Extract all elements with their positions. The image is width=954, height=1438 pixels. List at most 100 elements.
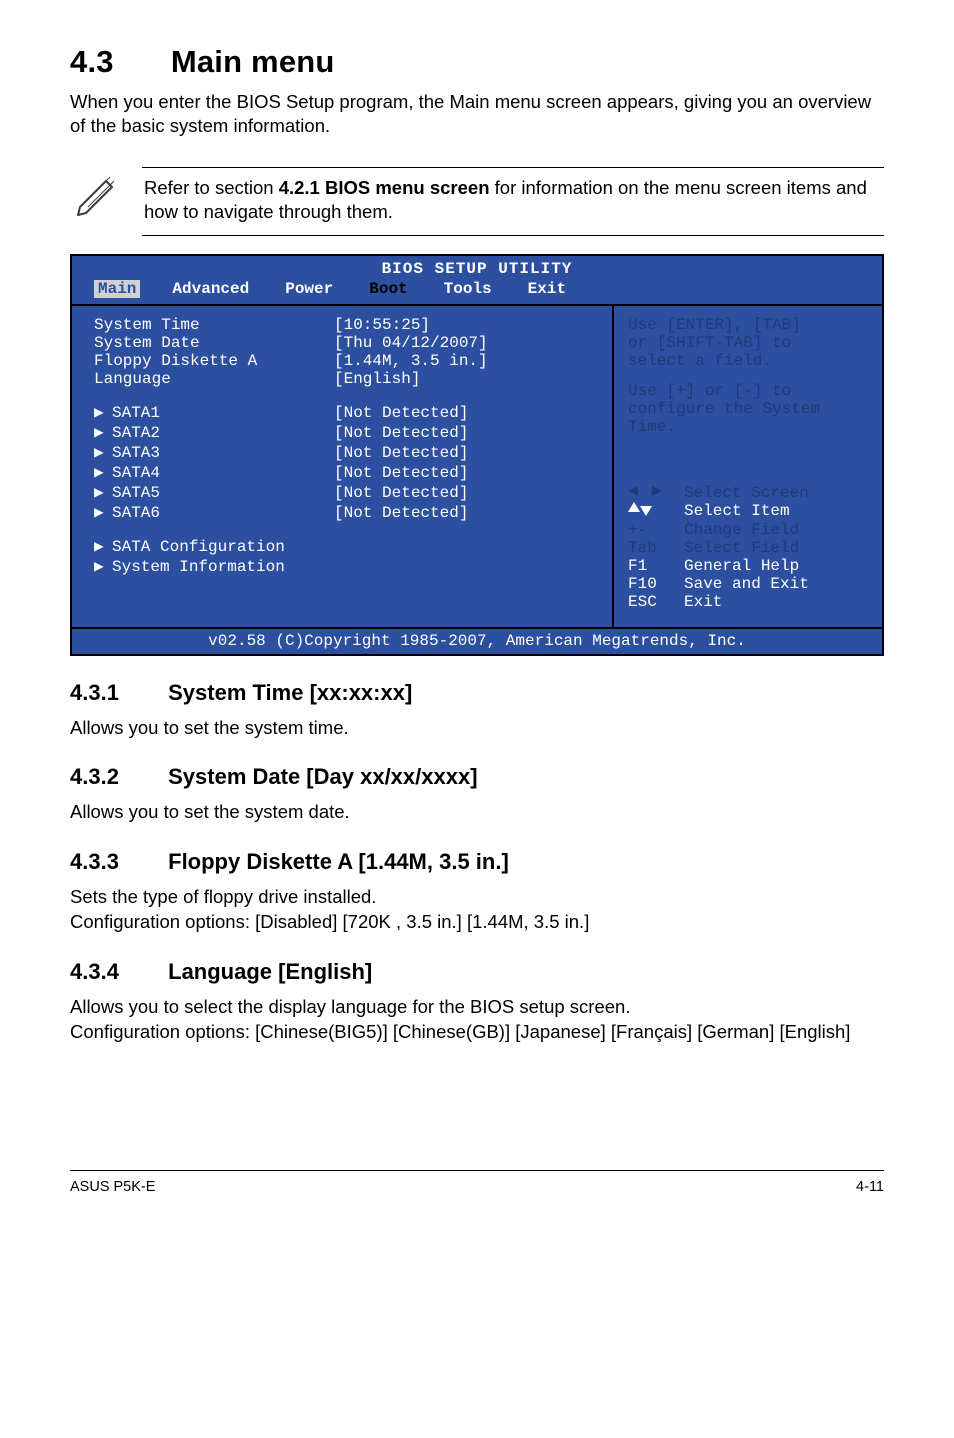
- key-legend: Select Screen Select Item +- Change Fiel…: [628, 484, 868, 611]
- label-sata2: SATA2: [112, 424, 334, 442]
- submenu-sata-config[interactable]: ▶ SATA Configuration: [94, 536, 602, 556]
- sec-num: 4.3.1: [70, 680, 162, 706]
- page-title: 4.3 Main menu: [70, 44, 884, 80]
- pencil-icon: [70, 167, 124, 221]
- label-sata-config: SATA Configuration: [112, 538, 334, 556]
- bios-tab-bar: Main Advanced Power Boot Tools Exit: [72, 280, 882, 304]
- sec-num: 4.3.3: [70, 849, 162, 875]
- sec-body: Allows you to set the system time.: [70, 716, 884, 741]
- legend-label: Change Field: [684, 521, 868, 539]
- bios-panel: BIOS SETUP UTILITY Main Advanced Power B…: [70, 254, 884, 656]
- triangle-icon: ▶: [94, 422, 112, 442]
- value-system-time: [10:55:25]: [334, 316, 602, 334]
- label-sata1: SATA1: [112, 404, 334, 422]
- h1-text: Main menu: [171, 44, 335, 79]
- tab-exit[interactable]: Exit: [524, 280, 570, 298]
- bios-footer: v02.58 (C)Copyright 1985-2007, American …: [72, 627, 882, 654]
- submenu-sata6[interactable]: ▶ SATA6 [Not Detected]: [94, 502, 602, 522]
- tab-power[interactable]: Power: [281, 280, 337, 298]
- legend-label: Save and Exit: [684, 575, 868, 593]
- value-sata1: [Not Detected]: [334, 404, 602, 422]
- tab-advanced[interactable]: Advanced: [168, 280, 253, 298]
- field-system-date[interactable]: System Date [Thu 04/12/2007]: [94, 334, 602, 352]
- sec-title: System Date [Day xx/xx/xxxx]: [168, 764, 477, 789]
- sec-body: Configuration options: [Disabled] [720K …: [70, 910, 884, 935]
- triangle-icon: ▶: [94, 502, 112, 522]
- label-sata6: SATA6: [112, 504, 334, 522]
- section-heading: 4.3.3 Floppy Diskette A [1.44M, 3.5 in.]: [70, 849, 884, 875]
- submenu-system-info[interactable]: ▶ System Information: [94, 556, 602, 576]
- legend-key: F1: [628, 557, 684, 575]
- legend-label: Select Item: [684, 502, 868, 521]
- bios-left-pane: System Time [10:55:25] System Date [Thu …: [72, 304, 614, 627]
- value-sata3: [Not Detected]: [334, 444, 602, 462]
- field-floppy[interactable]: Floppy Diskette A [1.44M, 3.5 in.]: [94, 352, 602, 370]
- value-sata6: [Not Detected]: [334, 504, 602, 522]
- legend-key: +-: [628, 521, 684, 539]
- section-heading: 4.3.2 System Date [Day xx/xx/xxxx]: [70, 764, 884, 790]
- sec-title: Language [English]: [168, 959, 372, 984]
- value-floppy: [1.44M, 3.5 in.]: [334, 352, 602, 370]
- note-pre: Refer to section: [144, 177, 279, 198]
- note-text: Refer to section 4.2.1 BIOS menu screen …: [142, 167, 884, 236]
- help-line: Time.: [628, 418, 868, 436]
- value-system-date: [Thu 04/12/2007]: [334, 334, 602, 352]
- footer-left: ASUS P5K-E: [70, 1179, 155, 1195]
- submenu-sata2[interactable]: ▶ SATA2 [Not Detected]: [94, 422, 602, 442]
- help-line: or [SHIFT-TAB] to: [628, 334, 868, 352]
- triangle-icon: ▶: [94, 482, 112, 502]
- legend-row: ESC Exit: [628, 593, 868, 611]
- label-sata4: SATA4: [112, 464, 334, 482]
- triangle-icon: ▶: [94, 442, 112, 462]
- triangle-icon: ▶: [94, 556, 112, 576]
- sec-body: Allows you to set the system date.: [70, 800, 884, 825]
- help-line: Use [+] or [-] to: [628, 382, 868, 400]
- value-sata5: [Not Detected]: [334, 484, 602, 502]
- help-line: select a field.: [628, 352, 868, 370]
- bios-title: BIOS SETUP UTILITY: [72, 256, 882, 280]
- submenu-sata3[interactable]: ▶ SATA3 [Not Detected]: [94, 442, 602, 462]
- intro-text: When you enter the BIOS Setup program, t…: [70, 90, 884, 139]
- sec-body: Configuration options: [Chinese(BIG5)] […: [70, 1020, 884, 1045]
- label-sata3: SATA3: [112, 444, 334, 462]
- help-line: Use [ENTER], [TAB]: [628, 316, 868, 334]
- triangle-icon: ▶: [94, 462, 112, 482]
- legend-key: F10: [628, 575, 684, 593]
- arrow-left-right-icon: [628, 484, 684, 502]
- sec-title: Floppy Diskette A [1.44M, 3.5 in.]: [168, 849, 509, 874]
- sec-title: System Time [xx:xx:xx]: [168, 680, 412, 705]
- field-language[interactable]: Language [English]: [94, 370, 602, 388]
- legend-row: Select Screen: [628, 484, 868, 502]
- label-system-time: System Time: [94, 316, 334, 334]
- submenu-sata4[interactable]: ▶ SATA4 [Not Detected]: [94, 462, 602, 482]
- legend-key: ESC: [628, 593, 684, 611]
- label-language: Language: [94, 370, 334, 388]
- label-floppy: Floppy Diskette A: [94, 352, 334, 370]
- legend-row: F10 Save and Exit: [628, 575, 868, 593]
- label-system-date: System Date: [94, 334, 334, 352]
- sec-num: 4.3.4: [70, 959, 162, 985]
- tab-main[interactable]: Main: [94, 280, 140, 298]
- tab-boot[interactable]: Boot: [365, 280, 411, 298]
- label-system-info: System Information: [112, 558, 334, 576]
- legend-row: +- Change Field: [628, 521, 868, 539]
- legend-row: Tab Select Field: [628, 539, 868, 557]
- legend-label: Select Field: [684, 539, 868, 557]
- sec-body: Sets the type of floppy drive installed.: [70, 885, 884, 910]
- tab-tools[interactable]: Tools: [440, 280, 496, 298]
- submenu-sata1[interactable]: ▶ SATA1 [Not Detected]: [94, 402, 602, 422]
- triangle-icon: ▶: [94, 536, 112, 556]
- page-footer: ASUS P5K-E 4-11: [70, 1170, 884, 1225]
- value-sata4: [Not Detected]: [334, 464, 602, 482]
- legend-label: Select Screen: [684, 484, 868, 502]
- value-language: [English]: [334, 370, 602, 388]
- note-bold: 4.2.1 BIOS menu screen: [279, 177, 490, 198]
- legend-row: Select Item: [628, 502, 868, 521]
- sec-num: 4.3.2: [70, 764, 162, 790]
- field-system-time[interactable]: System Time [10:55:25]: [94, 316, 602, 334]
- legend-key: Tab: [628, 539, 684, 557]
- note-callout: Refer to section 4.2.1 BIOS menu screen …: [70, 167, 884, 236]
- submenu-sata5[interactable]: ▶ SATA5 [Not Detected]: [94, 482, 602, 502]
- legend-label: Exit: [684, 593, 868, 611]
- value-sata2: [Not Detected]: [334, 424, 602, 442]
